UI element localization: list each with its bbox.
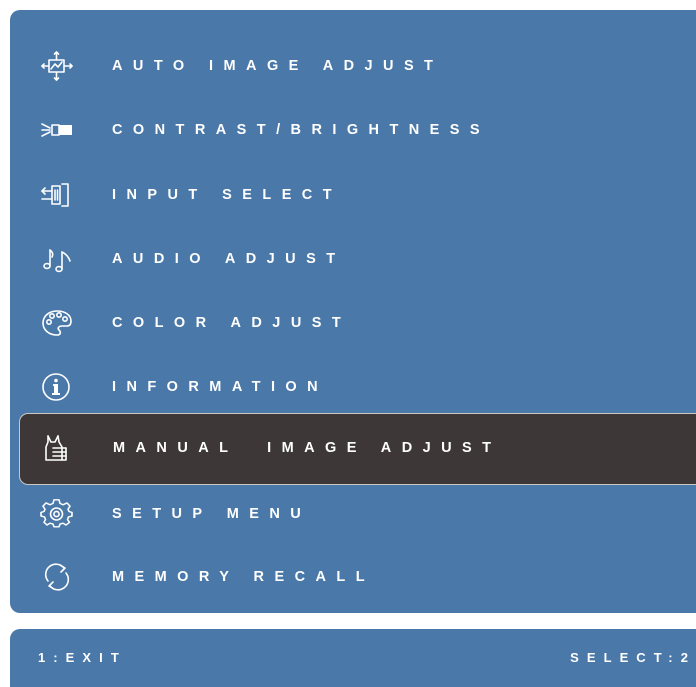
manual-adjust-hand-icon <box>40 433 74 465</box>
input-select-icon <box>40 179 74 211</box>
menu-item-setup-menu[interactable]: SETUP MENU <box>10 485 696 543</box>
info-icon <box>40 371 74 403</box>
audio-icon <box>40 243 74 275</box>
osd-menu-panel: AUTO IMAGE ADJUST CONTRAST/BRIGHTNESS IN… <box>10 10 696 613</box>
status-bar: 1:EXIT SELECT:2 <box>10 629 696 687</box>
menu-item-color-adjust[interactable]: COLOR ADJUST <box>10 294 696 352</box>
menu-item-information[interactable]: INFORMATION <box>10 358 696 416</box>
menu-item-label: INFORMATION <box>112 379 329 395</box>
palette-icon <box>40 307 74 339</box>
menu-item-label: MANUAL IMAGE ADJUST <box>113 440 502 456</box>
menu-item-auto-image-adjust[interactable]: AUTO IMAGE ADJUST <box>10 37 696 95</box>
menu-item-label: INPUT SELECT <box>112 187 343 203</box>
menu-item-label: COLOR ADJUST <box>112 315 352 331</box>
contrast-brightness-icon <box>40 114 74 146</box>
menu-item-label: CONTRAST/BRIGHTNESS <box>112 122 491 138</box>
menu-item-label: MEMORY RECALL <box>112 569 375 585</box>
menu-item-memory-recall[interactable]: MEMORY RECALL <box>10 548 696 606</box>
select-hint[interactable]: SELECT:2 <box>570 629 696 687</box>
exit-hint[interactable]: 1:EXIT <box>38 629 127 687</box>
menu-item-contrast-brightness[interactable]: CONTRAST/BRIGHTNESS <box>10 101 696 159</box>
menu-item-label: SETUP MENU <box>112 506 312 522</box>
menu-item-label: AUTO IMAGE ADJUST <box>112 58 444 74</box>
auto-image-adjust-icon <box>40 50 74 82</box>
menu-item-label: AUDIO ADJUST <box>112 251 346 267</box>
refresh-icon <box>40 561 74 593</box>
menu-item-manual-image-adjust[interactable]: MANUAL IMAGE ADJUST <box>19 413 696 485</box>
menu-item-input-select[interactable]: INPUT SELECT <box>10 166 696 224</box>
gear-icon <box>40 498 74 530</box>
menu-item-audio-adjust[interactable]: AUDIO ADJUST <box>10 230 696 288</box>
